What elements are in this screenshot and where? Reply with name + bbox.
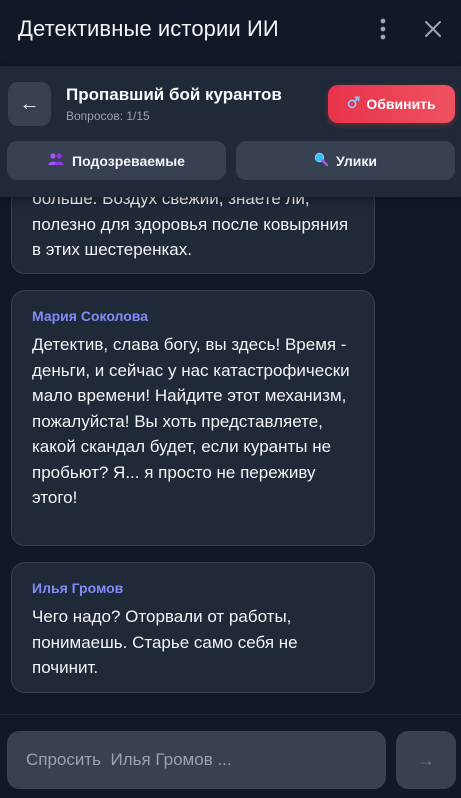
male-sign-icon <box>347 96 360 112</box>
accuse-button[interactable]: Обвинить <box>328 85 455 123</box>
message-text: Детектив, слава богу, вы здесь! Время - … <box>32 335 350 507</box>
people-icon <box>48 152 64 169</box>
case-header-panel: ← Пропавший бой курантов Вопросов: 1/15 … <box>0 66 461 197</box>
message-author: Илья Громов <box>32 580 124 596</box>
chat-message: больше. Воздух свежий, знаете ли, полезн… <box>11 197 375 274</box>
questions-counter: Вопросов: 1/15 <box>66 109 150 123</box>
chat-message: Мария Соколова Детектив, слава богу, вы … <box>11 290 375 546</box>
chat-area[interactable]: больше. Воздух свежий, знаете ли, полезн… <box>0 197 461 714</box>
more-menu-icon[interactable] <box>363 9 403 49</box>
accuse-label: Обвинить <box>366 96 436 112</box>
title-bar: Детективные истории ИИ <box>0 0 461 58</box>
magnifier-icon <box>314 152 329 169</box>
tab-clues-label: Улики <box>336 152 377 169</box>
tab-suspects-label: Подозреваемые <box>72 152 185 169</box>
message-author: Мария Соколова <box>32 308 148 324</box>
message-text: больше. Воздух свежий, знаете ли, полезн… <box>32 197 349 259</box>
chat-message: Илья Громов Чего надо? Оторвали от работ… <box>11 562 375 693</box>
tab-suspects[interactable]: Подозреваемые <box>7 141 226 180</box>
app-title: Детективные истории ИИ <box>18 16 279 41</box>
tab-clues[interactable]: Улики <box>236 141 455 180</box>
question-input-container <box>7 731 386 789</box>
message-text: Чего надо? Оторвали от работы, понимаешь… <box>32 607 298 677</box>
send-button[interactable]: → <box>396 731 456 789</box>
composer-divider <box>0 714 461 715</box>
close-icon[interactable] <box>413 9 453 49</box>
question-input[interactable] <box>26 750 386 770</box>
back-button[interactable]: ← <box>8 82 51 126</box>
case-title: Пропавший бой курантов <box>66 85 282 104</box>
